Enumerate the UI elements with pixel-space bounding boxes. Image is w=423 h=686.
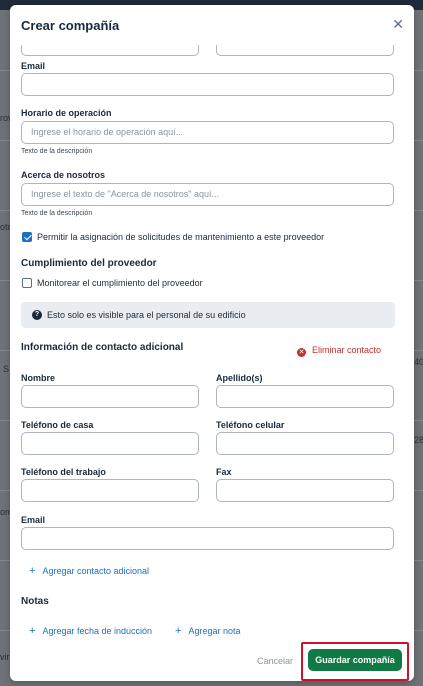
add-note-label: Agregar nota [188, 626, 241, 636]
bg-text-fragment: 28 [414, 435, 423, 445]
allow-assign-label: Permitir la asignación de solicitudes de… [37, 232, 325, 242]
bg-text-fragment: S [3, 364, 10, 374]
plus-icon: + [29, 565, 36, 577]
save-company-button[interactable]: Guardar compañía [308, 649, 402, 671]
cell-phone-label: Teléfono celular [216, 420, 285, 430]
info-text: Esto solo es visible para el personal de… [47, 310, 246, 320]
about-input[interactable]: Ingrese el texto de "Acerca de nosotros"… [21, 183, 394, 206]
add-note-button[interactable]: + Agregar nota [175, 625, 240, 637]
last-name-field[interactable] [216, 385, 394, 408]
remove-icon: ✕ [297, 348, 306, 357]
hours-input[interactable]: Ingrese el horario de operación aquí... [21, 121, 394, 144]
contact-email-label: Email [21, 515, 46, 525]
cell-phone-field[interactable] [216, 432, 394, 455]
info-box: ? Esto solo es visible para el personal … [21, 302, 395, 328]
bg-text-fragment: vir [0, 652, 10, 662]
question-icon: ? [32, 310, 42, 320]
email-field[interactable] [21, 73, 394, 96]
first-name-label: Nombre [21, 373, 56, 383]
fax-label: Fax [216, 467, 232, 477]
bg-text-fragment: 40 [414, 357, 423, 367]
create-company-modal: Crear compañía ✕ Email Horario de operac… [10, 5, 414, 681]
hours-label: Horario de operación [21, 108, 112, 118]
work-phone-field[interactable] [21, 479, 199, 502]
monitor-compliance-checkbox[interactable] [22, 278, 32, 288]
modal-title: Crear compañía [21, 18, 120, 33]
plus-icon: + [29, 625, 36, 637]
home-phone-field[interactable] [21, 432, 199, 455]
add-induction-label: Agregar fecha de inducción [42, 626, 153, 636]
close-icon[interactable]: ✕ [392, 17, 404, 31]
about-label: Acerca de nosotros [21, 170, 106, 180]
contact-email-field[interactable] [21, 527, 394, 550]
compliance-title: Cumplimiento del proveedor [21, 258, 157, 269]
add-contact-label: Agregar contacto adicional [42, 566, 150, 576]
modal-header: Crear compañía ✕ [10, 5, 414, 45]
home-phone-label: Teléfono de casa [21, 420, 94, 430]
allow-assign-checkbox[interactable] [22, 232, 32, 242]
add-induction-button[interactable]: + Agregar fecha de inducción [29, 625, 152, 637]
monitor-compliance-label: Monitorear el cumplimiento del proveedor [37, 278, 203, 288]
add-contact-button[interactable]: + Agregar contacto adicional [29, 565, 149, 577]
work-phone-label: Teléfono del trabajo [21, 467, 106, 477]
email-label: Email [21, 61, 46, 71]
first-name-field[interactable] [21, 385, 199, 408]
hours-hint: Texto de la descripción [21, 148, 93, 155]
cancel-button[interactable]: Cancelar [257, 656, 293, 666]
remove-contact-button[interactable]: ✕ Eliminar contacto [297, 345, 381, 357]
fax-field[interactable] [216, 479, 394, 502]
last-name-label: Apellido(s) [216, 373, 263, 383]
contact-title: Información de contacto adicional [21, 342, 184, 353]
plus-icon: + [175, 625, 182, 637]
remove-contact-label: Eliminar contacto [312, 345, 382, 355]
notes-title: Notas [21, 596, 49, 607]
about-hint: Texto de la descripción [21, 210, 93, 217]
